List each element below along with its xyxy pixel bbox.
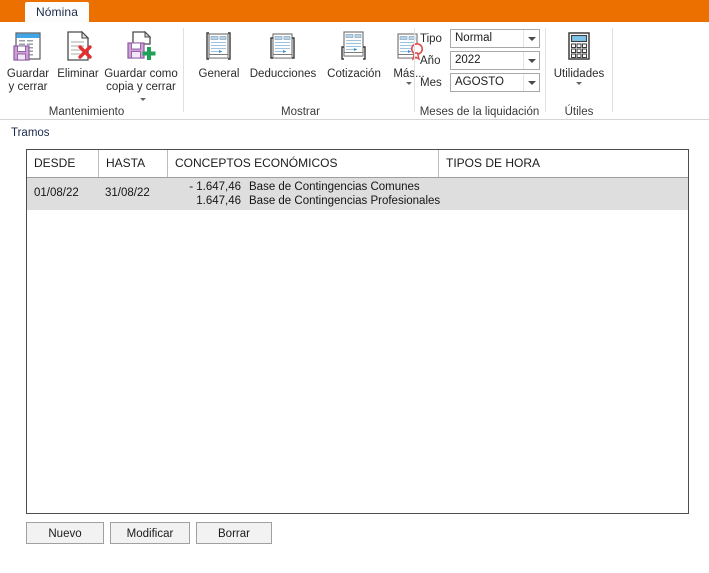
save-and-close-label-line2: y cerrar (8, 81, 48, 93)
tipo-dropdown[interactable]: Normal (450, 29, 540, 48)
ribbon-group-utiles-title: Útiles (564, 106, 594, 118)
calculator-icon (548, 27, 610, 65)
column-header-desde[interactable]: DESDE (27, 150, 98, 177)
concept-amount: 1.647,46 (196, 195, 241, 207)
column-header-hasta[interactable]: HASTA (99, 150, 167, 177)
delete-button[interactable]: Eliminar (54, 27, 102, 81)
title-bar: Nómina (0, 0, 709, 22)
save-as-copy-label-line2: copia y cerrar (102, 81, 180, 107)
tab-nomina[interactable]: Nómina (25, 2, 89, 22)
show-deductions-button[interactable]: Deducciones (245, 27, 321, 81)
delete-label: Eliminar (57, 68, 99, 80)
save-and-close-button[interactable]: Guardar y cerrar (2, 27, 54, 94)
chevron-down-icon[interactable] (576, 82, 582, 85)
ribbon-group-meses: Tipo Normal Año 2022 Mes AGOSTO Meses de… (417, 22, 542, 120)
ribbon-separator-2 (414, 28, 415, 112)
show-contributions-label: Cotización (327, 68, 381, 80)
field-ano: Año 2022 (420, 51, 540, 70)
show-deductions-label: Deducciones (249, 68, 317, 80)
ribbon-group-mantenimiento: Guardar y cerrar Eliminar Guardar como c… (0, 22, 178, 120)
main-content: Tramos DESDE HASTA CONCEPTOS ECONÓMICOS … (0, 120, 709, 573)
ribbon-separator-3 (545, 28, 546, 112)
tramos-grid[interactable]: DESDE HASTA CONCEPTOS ECONÓMICOS TIPOS D… (26, 149, 689, 514)
ribbon: Guardar y cerrar Eliminar Guardar como c… (0, 22, 709, 120)
save-copy-icon (102, 27, 180, 65)
mes-dropdown[interactable]: AGOSTO (450, 73, 540, 92)
ribbon-group-mostrar-title: Mostrar (281, 106, 320, 118)
field-mes-label: Mes (420, 76, 442, 89)
ano-dropdown[interactable]: 2022 (450, 51, 540, 70)
concept-name: Base de Contingencias Comunes (249, 181, 420, 193)
grid-header-row: DESDE HASTA CONCEPTOS ECONÓMICOS TIPOS D… (27, 150, 688, 178)
field-mes: Mes AGOSTO (420, 73, 540, 92)
save-as-copy-label-line2-text: copia y cerrar (106, 81, 176, 93)
column-header-conceptos[interactable]: CONCEPTOS ECONÓMICOS (168, 150, 438, 177)
tab-nomina-label: Nómina (36, 5, 78, 19)
save-as-copy-label-line1: Guardar como (104, 68, 178, 80)
save-as-copy-and-close-button[interactable]: Guardar como copia y cerrar (102, 27, 180, 107)
save-and-close-label-line1: Guardar (6, 68, 50, 80)
show-general-label: General (198, 68, 240, 80)
cell-desde: 01/08/22 (34, 187, 79, 199)
new-button[interactable]: Nuevo (26, 522, 104, 544)
tipo-dropdown-value: Normal (455, 32, 493, 44)
mes-dropdown-arrow[interactable] (523, 74, 539, 91)
ribbon-group-mantenimiento-title: Mantenimiento (48, 106, 125, 118)
action-button-bar: Nuevo Modificar Borrar (26, 522, 278, 544)
utilities-label: Utilidades (553, 68, 605, 80)
ano-dropdown-value: 2022 (455, 54, 481, 66)
concept-name: Base de Contingencias Profesionales (249, 195, 441, 207)
table-row[interactable]: 01/08/22 31/08/22 - 1.647,46 Base de Con… (27, 178, 688, 210)
mes-dropdown-value: AGOSTO (455, 76, 504, 88)
ribbon-separator-1 (183, 28, 184, 112)
cell-hasta: 31/08/22 (105, 187, 150, 199)
delete-document-icon (54, 27, 102, 65)
field-tipo: Tipo Normal (420, 29, 540, 48)
tipo-dropdown-arrow[interactable] (523, 30, 539, 47)
show-general-button[interactable]: General (193, 27, 245, 81)
field-ano-label: Año (420, 54, 441, 67)
modify-button[interactable]: Modificar (110, 522, 190, 544)
column-header-tipos[interactable]: TIPOS DE HORA (439, 150, 688, 177)
concept-amount: - 1.647,46 (189, 181, 241, 193)
payslip-general-icon (193, 27, 245, 65)
ribbon-group-meses-title: Meses de la liquidación (419, 106, 540, 118)
show-contributions-button[interactable]: Cotización (321, 27, 387, 81)
ribbon-group-utiles: Utilidades Útiles (548, 22, 610, 120)
save-close-icon (2, 27, 54, 65)
ano-dropdown-arrow[interactable] (523, 52, 539, 69)
ribbon-group-mostrar: General Deducciones Cotización Más... Mo… (190, 22, 425, 120)
chevron-down-icon[interactable] (139, 98, 146, 102)
chevron-down-icon[interactable] (406, 82, 412, 85)
payslip-deductions-icon (245, 27, 321, 65)
ribbon-separator-4 (612, 28, 613, 112)
field-tipo-label: Tipo (420, 32, 442, 45)
utilities-button[interactable]: Utilidades (548, 27, 610, 85)
section-label-tramos: Tramos (11, 127, 50, 139)
delete-row-button[interactable]: Borrar (196, 522, 272, 544)
payslip-contributions-icon (321, 27, 387, 65)
